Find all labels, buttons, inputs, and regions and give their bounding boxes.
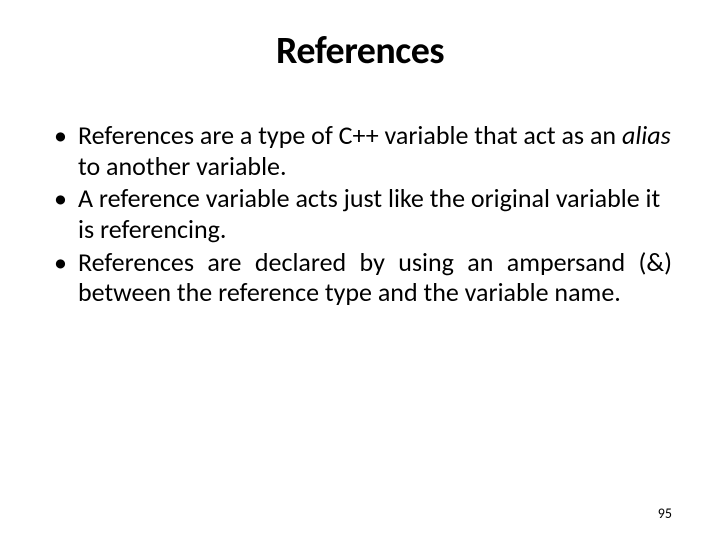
list-item: References are declared by using an ampe… xyxy=(52,247,672,308)
page-number: 95 xyxy=(658,505,672,522)
bullet-text-italic: alias xyxy=(622,119,671,151)
bullet-text-post: to another variable. xyxy=(78,150,287,182)
bullet-text-pre: References are declared by using an ampe… xyxy=(78,246,672,309)
slide-title: References xyxy=(48,28,672,74)
bullet-text-pre: A reference variable acts just like the … xyxy=(78,182,660,245)
list-item: A reference variable acts just like the … xyxy=(52,183,672,244)
list-item: References are a type of C++ variable th… xyxy=(52,120,672,181)
bullet-list: References are a type of C++ variable th… xyxy=(48,120,672,308)
slide: References References are a type of C++ … xyxy=(0,0,720,540)
bullet-text-pre: References are a type of C++ variable th… xyxy=(78,119,622,151)
